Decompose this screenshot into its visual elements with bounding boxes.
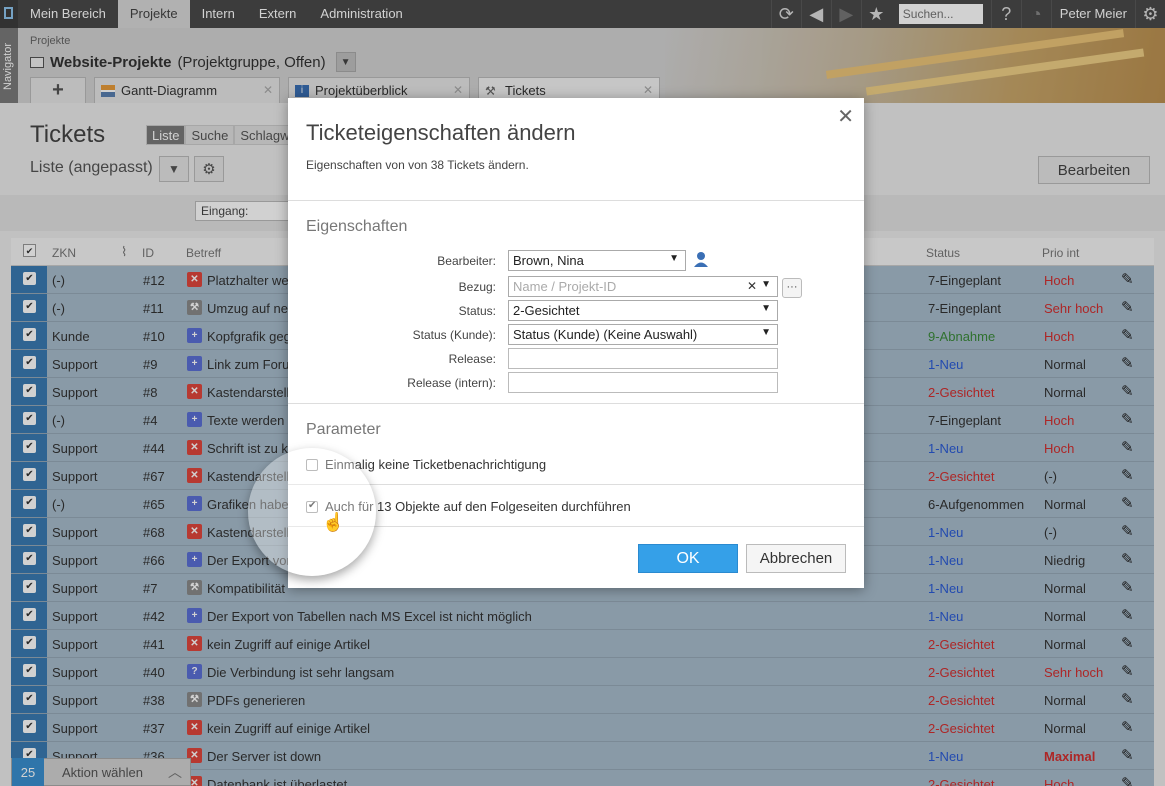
- release-intern-input[interactable]: [508, 372, 778, 393]
- bezug-input[interactable]: Name / Projekt-ID ✕ ▼: [508, 276, 778, 297]
- status-kunde-label: Status (Kunde):: [412, 328, 496, 342]
- bearbeiter-label: Bearbeiter:: [437, 254, 496, 268]
- cancel-button[interactable]: Abbrechen: [746, 544, 846, 573]
- release-intern-label: Release (intern):: [407, 376, 496, 390]
- user-select-icon[interactable]: [692, 250, 710, 268]
- ok-button[interactable]: OK: [638, 544, 738, 573]
- status-kunde-select[interactable]: Status (Kunde) (Keine Auswahl) ▼: [508, 324, 778, 345]
- dialog-description: Eigenschaften von von 38 Tickets ändern.: [306, 158, 529, 172]
- more-options-button[interactable]: ···: [782, 278, 802, 298]
- release-input[interactable]: [508, 348, 778, 369]
- magnifier-highlight: [248, 448, 376, 576]
- status-value: 2-Gesichtet: [513, 303, 580, 318]
- divider: [288, 200, 864, 201]
- dropdown-arrow-icon[interactable]: ▼: [761, 279, 771, 290]
- bearbeiter-select[interactable]: Brown, Nina ▼: [508, 250, 686, 271]
- divider: [288, 403, 864, 404]
- hand-cursor-icon: ☝: [322, 512, 345, 532]
- dialog-title: Ticketeigenschaften ändern: [306, 120, 576, 145]
- bezug-placeholder: Name / Projekt-ID: [513, 279, 617, 294]
- divider: [288, 484, 864, 485]
- clear-icon[interactable]: ✕: [747, 279, 757, 293]
- dropdown-arrow-icon: ▼: [761, 327, 771, 338]
- status-select[interactable]: 2-Gesichtet ▼: [508, 300, 778, 321]
- status-kunde-value: Status (Kunde) (Keine Auswahl): [513, 327, 698, 342]
- section-parameter: Parameter: [306, 421, 381, 438]
- section-eigenschaften: Eigenschaften: [306, 218, 408, 235]
- dropdown-arrow-icon: ▼: [761, 303, 771, 314]
- bezug-label: Bezug:: [458, 280, 496, 294]
- release-label: Release:: [448, 352, 496, 366]
- close-icon[interactable]: ✕: [837, 104, 854, 129]
- bearbeiter-value: Brown, Nina: [513, 253, 584, 268]
- status-label: Status:: [458, 304, 496, 318]
- dropdown-arrow-icon: ▼: [669, 253, 679, 264]
